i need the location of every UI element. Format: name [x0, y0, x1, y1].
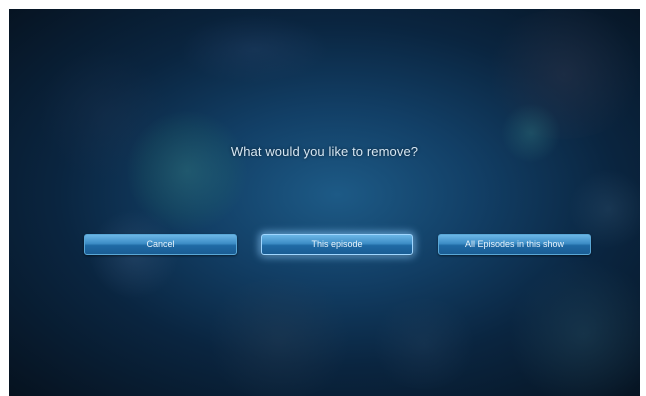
background-bokeh: [479, 9, 640, 139]
background-bokeh: [127, 111, 247, 231]
dialog-prompt: What would you like to remove?: [230, 144, 419, 159]
background-bokeh: [179, 14, 329, 84]
all-episodes-button[interactable]: All Episodes in this show: [438, 234, 591, 255]
this-episode-button[interactable]: This episode: [261, 234, 413, 255]
cancel-button[interactable]: Cancel: [84, 234, 237, 255]
background-bokeh: [369, 299, 479, 389]
background-bokeh: [39, 49, 169, 179]
background-bokeh: [199, 279, 359, 396]
background-bokeh: [509, 259, 640, 396]
screen: What would you like to remove? Cancel Th…: [9, 9, 640, 396]
